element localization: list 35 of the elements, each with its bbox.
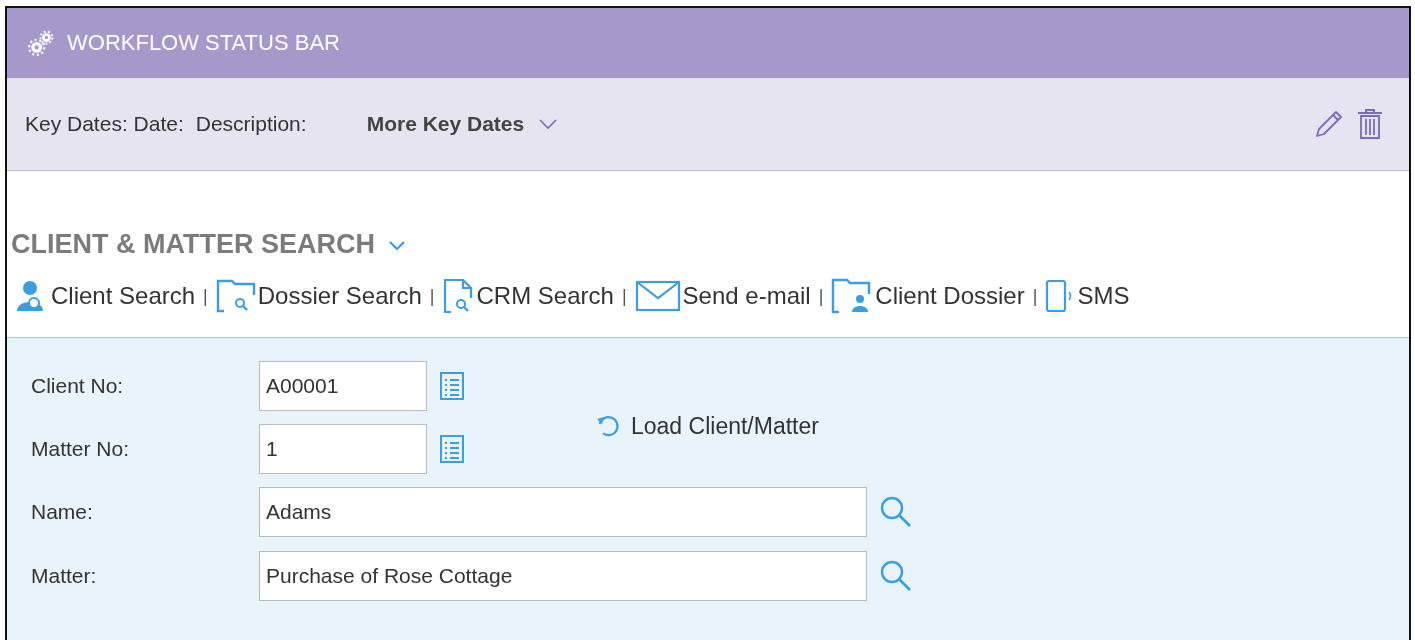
- trash-icon[interactable]: [1357, 108, 1383, 140]
- field-label: Name:: [31, 500, 94, 524]
- input-field[interactable]: Purchase of Rose Cottage: [259, 551, 867, 601]
- search-icon[interactable]: [879, 495, 913, 529]
- panel-title: WORKFLOW STATUS BAR: [67, 30, 340, 56]
- field-label: Matter No:: [31, 436, 131, 461]
- list-icon[interactable]: [439, 433, 465, 464]
- search-icon[interactable]: [879, 559, 913, 593]
- pencil-icon[interactable]: [1313, 108, 1345, 140]
- toolbar-link[interactable]: CRM Search: [438, 278, 618, 314]
- input-field[interactable]: 1: [259, 423, 427, 474]
- key-dates-label: Key Dates: Date:: [25, 112, 184, 136]
- input-field[interactable]: Adams: [259, 487, 867, 537]
- document-search-icon: [442, 278, 475, 314]
- separator: |: [202, 285, 209, 307]
- chevron-down-icon: [538, 118, 559, 130]
- toolbar-link[interactable]: Send e-mail: [630, 280, 815, 312]
- input-field[interactable]: A00001: [259, 360, 427, 411]
- field-label: Matter:: [31, 564, 98, 588]
- separator: |: [620, 285, 628, 307]
- list-icon[interactable]: [439, 370, 465, 401]
- field-label: Client No:: [31, 373, 125, 398]
- toolbar-link[interactable]: SMS: [1041, 279, 1134, 313]
- mail-icon: [634, 280, 681, 312]
- more-key-dates-dropdown[interactable]: More Key Dates: [366, 112, 559, 136]
- separator: |: [1031, 285, 1039, 307]
- separator: |: [817, 285, 825, 307]
- load-client-matter-button[interactable]: Load Client/Matter: [595, 412, 819, 440]
- section-title: CLIENT & MATTER SEARCH: [11, 229, 375, 260]
- toolbar-link[interactable]: Dossier Search: [211, 279, 426, 313]
- toolbar-link[interactable]: Client Search: [11, 279, 200, 313]
- folder-search-icon: [215, 279, 256, 313]
- separator: |: [428, 285, 436, 307]
- toolbar-link[interactable]: Client Dossier: [827, 278, 1029, 314]
- key-dates-label: Description:: [195, 112, 307, 136]
